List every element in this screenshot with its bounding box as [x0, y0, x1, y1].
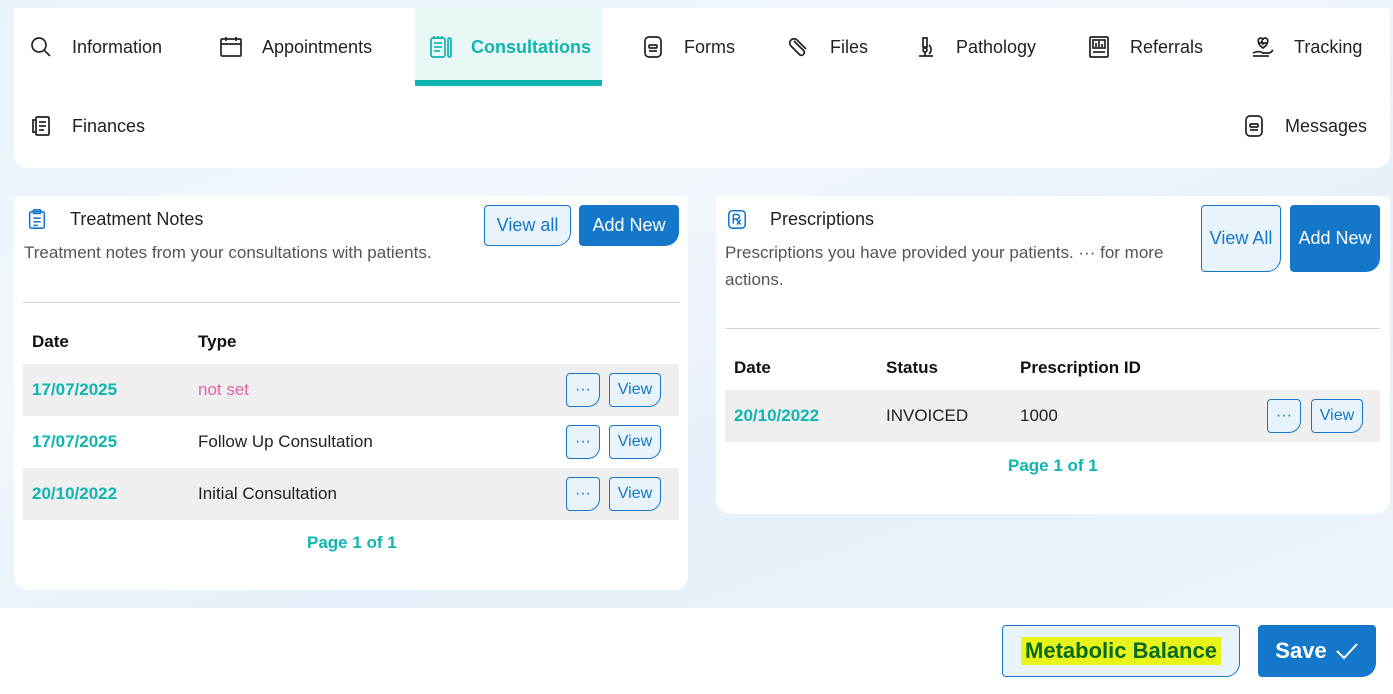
save-button[interactable]: Save [1258, 625, 1376, 677]
row-prescription-id: 1000 [1020, 406, 1058, 425]
more-actions-button[interactable]: ··· [566, 373, 600, 407]
tab-consultations[interactable]: Consultations [415, 8, 602, 86]
tab-pathology-label: Pathology [956, 36, 1037, 57]
more-actions-button[interactable]: ··· [566, 425, 600, 459]
calendar-icon [218, 34, 244, 60]
tab-tracking[interactable]: Tracking [1236, 8, 1390, 86]
add-new-prescription-button[interactable]: Add New [1290, 205, 1380, 272]
tab-tracking-label: Tracking [1294, 36, 1363, 57]
view-button[interactable]: View [609, 373, 661, 407]
prescriptions-header: Prescriptions [726, 208, 874, 230]
row-date[interactable]: 17/07/2025 [32, 364, 117, 416]
patient-tabs: Information Appointments Consultations F… [14, 8, 1390, 168]
tab-information-label: Information [72, 36, 163, 57]
view-button[interactable]: View [609, 477, 661, 511]
row-type: not set [198, 380, 250, 399]
tab-messages-label: Messages [1285, 115, 1368, 136]
col-date: Date [734, 358, 771, 377]
pagination-label: Page 1 of 1 [1008, 456, 1098, 475]
checkmark-icon [1335, 643, 1358, 660]
col-date: Date [32, 332, 69, 351]
footer-actions: Metabolic Balance Save [0, 608, 1393, 694]
tab-finances[interactable]: Finances [14, 87, 184, 165]
treatment-notes-description: Treatment notes from your consultations … [24, 243, 432, 262]
microscope-icon [914, 34, 938, 60]
table-row: 17/07/2025 Follow Up Consultation ··· Vi… [23, 416, 679, 468]
view-all-notes-button[interactable]: View all [484, 205, 571, 246]
metabolic-balance-button[interactable]: Metabolic Balance [1002, 625, 1240, 677]
tab-referrals-label: Referrals [1130, 36, 1204, 57]
more-actions-button[interactable]: ··· [566, 477, 600, 511]
prescriptions-title: Prescriptions [770, 208, 875, 229]
row-date[interactable]: 20/10/2022 [32, 468, 117, 520]
report-icon [1086, 34, 1112, 60]
heart-hand-icon [1250, 34, 1276, 60]
treatment-notes-panel: Treatment Notes Treatment notes from you… [14, 196, 688, 590]
add-new-note-button[interactable]: Add New [579, 205, 679, 246]
paperclip-icon [786, 34, 812, 60]
tab-forms[interactable]: Forms [626, 8, 756, 86]
notes-icon [429, 34, 453, 60]
prescriptions-description: Prescriptions you have provided your pat… [725, 243, 1164, 289]
table-row: 17/07/2025 not set ··· View [23, 364, 679, 416]
treatment-notes-title: Treatment Notes [70, 208, 204, 229]
row-date[interactable]: 17/07/2025 [32, 416, 117, 468]
tab-messages[interactable]: Messages [1227, 87, 1390, 165]
col-type: Type [198, 332, 237, 351]
divider [725, 328, 1380, 329]
row-type: Initial Consultation [198, 484, 337, 503]
col-prescription-id: Prescription ID [1020, 358, 1141, 377]
form-icon [640, 34, 666, 60]
col-status: Status [886, 358, 938, 377]
row-date[interactable]: 20/10/2022 [734, 390, 819, 442]
tab-information[interactable]: Information [14, 8, 204, 86]
prescriptions-panel: Prescriptions Prescriptions you have pro… [716, 196, 1390, 514]
more-actions-button[interactable]: ··· [1267, 399, 1301, 433]
tab-referrals[interactable]: Referrals [1072, 8, 1232, 86]
tab-files-label: Files [830, 36, 869, 57]
tab-pathology[interactable]: Pathology [900, 8, 1050, 86]
view-button[interactable]: View [1311, 399, 1363, 433]
view-button[interactable]: View [609, 425, 661, 459]
clipboard-icon [28, 209, 46, 229]
tab-appointments[interactable]: Appointments [204, 8, 414, 86]
tab-consultations-label: Consultations [471, 36, 591, 57]
tab-files[interactable]: Files [772, 8, 892, 86]
save-label: Save [1275, 638, 1327, 663]
tab-appointments-label: Appointments [262, 36, 373, 57]
message-icon [1241, 113, 1267, 139]
prescription-icon [727, 209, 747, 229]
table-row: 20/10/2022 Initial Consultation ··· View [23, 468, 679, 520]
pagination-label: Page 1 of 1 [307, 533, 397, 552]
treatment-notes-header: Treatment Notes [26, 208, 203, 230]
search-icon [28, 34, 54, 60]
row-type: Follow Up Consultation [198, 432, 373, 451]
divider [23, 302, 679, 303]
view-all-prescriptions-button[interactable]: View All [1201, 205, 1281, 272]
row-status: INVOICED [886, 406, 969, 425]
metabolic-balance-label: Metabolic Balance [1021, 637, 1221, 665]
receipt-icon [28, 113, 54, 139]
table-row: 20/10/2022 INVOICED 1000 ··· View [725, 390, 1380, 442]
tab-finances-label: Finances [72, 115, 146, 136]
tab-forms-label: Forms [684, 36, 735, 57]
